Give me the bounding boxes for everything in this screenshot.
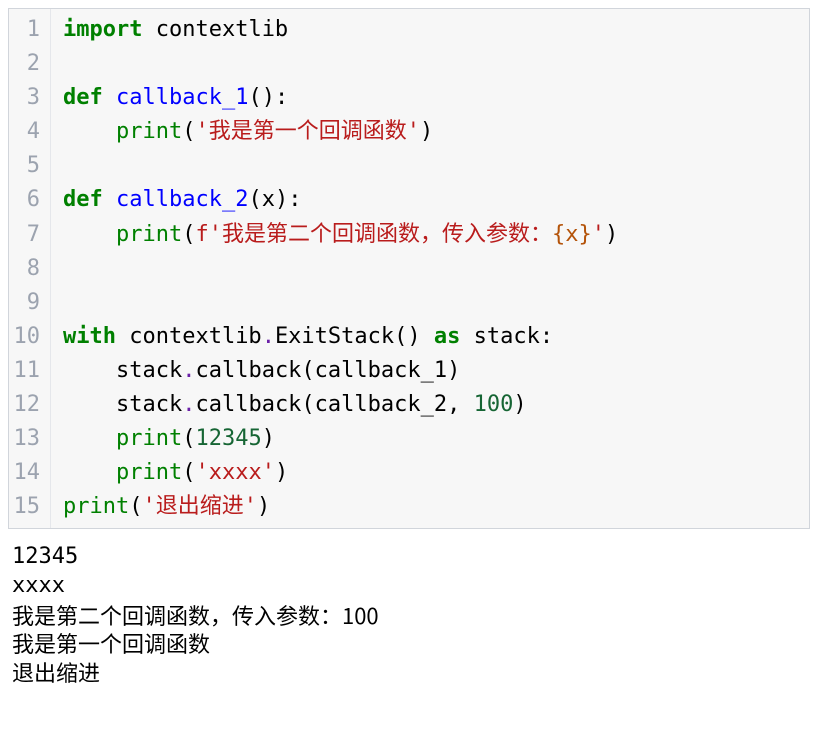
token-plain	[63, 222, 116, 247]
token-plain	[103, 85, 116, 110]
code-line	[63, 286, 618, 320]
code-line: print(f'我是第二个回调函数，传入参数：{x}')	[63, 218, 618, 252]
token-plain: )	[262, 426, 275, 451]
token-plain	[103, 187, 116, 212]
token-plain: callback(callback_1)	[195, 358, 460, 383]
token-kw: as	[434, 324, 461, 349]
token-op: .	[262, 324, 275, 349]
token-builtin: print	[116, 460, 182, 485]
line-number: 14	[13, 456, 40, 490]
token-plain: (	[182, 426, 195, 451]
line-number: 12	[13, 388, 40, 422]
code-line: print('退出缩进')	[63, 490, 618, 524]
code-line: def callback_2(x):	[63, 183, 618, 217]
token-plain: ():	[248, 85, 288, 110]
code-line: stack.callback(callback_1)	[63, 354, 618, 388]
token-plain: stack	[63, 358, 182, 383]
token-plain	[63, 426, 116, 451]
token-fpre: f	[195, 222, 208, 247]
token-plain: )	[275, 460, 288, 485]
token-plain: )	[513, 392, 526, 417]
line-number: 10	[13, 320, 40, 354]
token-kw: def	[63, 187, 103, 212]
line-number: 11	[13, 354, 40, 388]
line-number: 2	[13, 47, 40, 81]
code-line: print('我是第一个回调函数')	[63, 115, 618, 149]
code-content: import contextlib def callback_1(): prin…	[51, 9, 630, 528]
token-plain: (x):	[248, 187, 301, 212]
token-kw: with	[63, 324, 116, 349]
token-interp: {x}	[552, 222, 592, 247]
token-num: 12345	[195, 426, 261, 451]
output-line: 12345	[12, 543, 806, 572]
token-kw: import	[63, 17, 142, 42]
code-block: 123456789101112131415 import contextlib …	[8, 8, 810, 529]
token-fstr: '我是第二个回调函数，传入参数：	[209, 222, 552, 247]
line-number: 13	[13, 422, 40, 456]
line-number: 4	[13, 115, 40, 149]
token-builtin: print	[116, 426, 182, 451]
token-op: .	[182, 392, 195, 417]
code-line	[63, 149, 618, 183]
token-plain: (	[129, 494, 142, 519]
line-number: 7	[13, 218, 40, 252]
token-str: '退出缩进'	[142, 494, 257, 519]
code-line: with contextlib.ExitStack() as stack:	[63, 320, 618, 354]
token-str: 'xxxx'	[195, 460, 274, 485]
token-plain: (	[182, 222, 195, 247]
token-fstr: '	[592, 222, 605, 247]
code-line	[63, 252, 618, 286]
code-line: import contextlib	[63, 13, 618, 47]
line-number: 5	[13, 149, 40, 183]
output-line: 退出缩进	[12, 658, 806, 687]
token-plain: contextlib	[142, 17, 288, 42]
line-number: 3	[13, 81, 40, 115]
output-block: 12345xxxx我是第二个回调函数，传入参数：100我是第一个回调函数退出缩进	[8, 529, 810, 686]
token-plain: (	[182, 460, 195, 485]
line-number: 8	[13, 252, 40, 286]
token-plain: ExitStack()	[275, 324, 434, 349]
line-number-gutter: 123456789101112131415	[9, 9, 51, 528]
token-plain: contextlib	[116, 324, 262, 349]
output-line: 我是第一个回调函数	[12, 629, 806, 658]
token-plain: (	[182, 119, 195, 144]
token-plain: stack:	[460, 324, 553, 349]
code-line: def callback_1():	[63, 81, 618, 115]
line-number: 15	[13, 490, 40, 524]
token-plain: )	[420, 119, 433, 144]
output-line: xxxx	[12, 572, 806, 601]
code-line: print(12345)	[63, 422, 618, 456]
token-plain	[63, 119, 116, 144]
token-fn: callback_2	[116, 187, 248, 212]
token-builtin: print	[63, 494, 129, 519]
token-builtin: print	[116, 222, 182, 247]
token-builtin: print	[116, 119, 182, 144]
line-number: 9	[13, 286, 40, 320]
line-number: 1	[13, 13, 40, 47]
token-plain: )	[605, 222, 618, 247]
token-plain: )	[257, 494, 270, 519]
token-num: 100	[474, 392, 514, 417]
token-str: '我是第一个回调函数'	[195, 119, 420, 144]
code-line: stack.callback(callback_2, 100)	[63, 388, 618, 422]
token-plain: callback(callback_2,	[195, 392, 473, 417]
code-line	[63, 47, 618, 81]
token-kw: def	[63, 85, 103, 110]
token-plain: stack	[63, 392, 182, 417]
token-op: .	[182, 358, 195, 383]
token-fn: callback_1	[116, 85, 248, 110]
output-line: 我是第二个回调函数，传入参数：100	[12, 601, 806, 630]
line-number: 6	[13, 183, 40, 217]
token-plain	[63, 460, 116, 485]
code-line: print('xxxx')	[63, 456, 618, 490]
